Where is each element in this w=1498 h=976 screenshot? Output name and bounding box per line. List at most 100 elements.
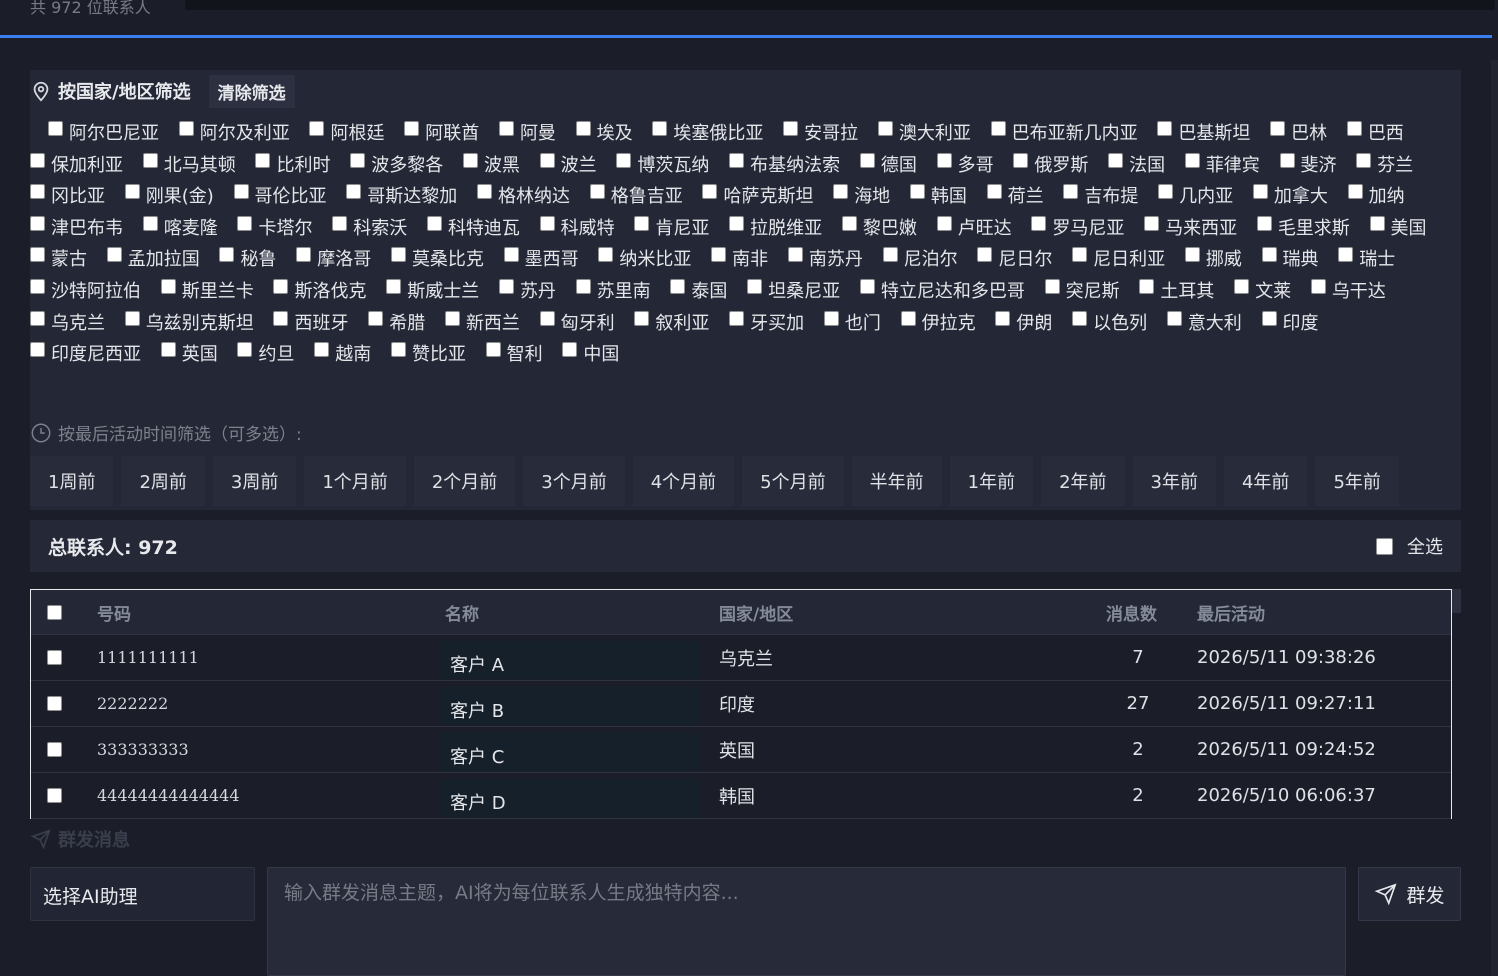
clear-filter-button[interactable]: 清除筛选	[208, 74, 295, 108]
table-row[interactable]: 333333333 客户 C 英国 2 2026/5/11 09:24:52	[31, 727, 1451, 773]
ai-assistant-select[interactable]: 选择AI助理	[30, 867, 255, 921]
country-option[interactable]: 美国	[1369, 215, 1427, 239]
country-checkbox[interactable]	[314, 342, 330, 358]
country-checkbox[interactable]	[30, 247, 45, 263]
country-option[interactable]: 科威特	[539, 215, 615, 239]
time-filter-button[interactable]: 3年前	[1132, 456, 1216, 506]
country-option[interactable]: 牙买加	[729, 310, 804, 334]
country-option[interactable]: 卢旺达	[936, 215, 1012, 239]
column-header-country[interactable]: 国家/地区	[719, 600, 793, 625]
country-checkbox[interactable]	[977, 247, 993, 263]
row-checkbox[interactable]	[47, 788, 62, 803]
country-checkbox[interactable]	[255, 152, 271, 168]
country-option[interactable]: 比利时	[255, 152, 330, 176]
broadcast-topic-input[interactable]: 输入群发消息主题，AI将为每位联系人生成独特内容...	[267, 867, 1346, 976]
column-header-name[interactable]: 名称	[445, 600, 479, 625]
country-option[interactable]: 俄罗斯	[1013, 152, 1088, 176]
country-checkbox[interactable]	[1234, 278, 1250, 294]
table-row[interactable]: 2222222 客户 B 印度 27 2026/5/11 09:27:11	[31, 681, 1451, 727]
country-option[interactable]: 泰国	[670, 278, 727, 302]
country-option[interactable]: 瑞士	[1338, 247, 1395, 270]
country-option[interactable]: 肯尼亚	[634, 215, 709, 239]
country-option[interactable]: 阿尔巴尼亚	[48, 121, 159, 144]
country-option[interactable]: 沙特阿拉伯	[30, 278, 141, 302]
country-option[interactable]: 博茨瓦纳	[616, 152, 709, 176]
country-checkbox[interactable]	[841, 215, 857, 231]
country-checkbox[interactable]	[368, 310, 384, 326]
country-checkbox[interactable]	[539, 152, 555, 168]
country-option[interactable]: 南苏丹	[787, 247, 863, 270]
country-option[interactable]: 希腊	[368, 310, 425, 334]
country-checkbox[interactable]	[1044, 278, 1060, 294]
country-checkbox[interactable]	[1347, 184, 1363, 200]
country-option[interactable]: 意大利	[1166, 310, 1242, 334]
country-option[interactable]: 波兰	[539, 152, 597, 176]
country-option[interactable]: 斯威士兰	[386, 278, 479, 302]
country-checkbox[interactable]	[1063, 184, 1079, 200]
country-checkbox[interactable]	[498, 278, 514, 294]
country-checkbox[interactable]	[729, 152, 745, 168]
country-checkbox[interactable]	[539, 310, 555, 326]
country-option[interactable]: 特立尼达和多巴哥	[859, 278, 1025, 302]
country-checkbox[interactable]	[1072, 310, 1088, 326]
country-option[interactable]: 哈萨克斯坦	[702, 184, 813, 207]
country-option[interactable]: 保加利亚	[30, 152, 123, 176]
country-option[interactable]: 罗马尼亚	[1031, 215, 1124, 239]
country-checkbox[interactable]	[729, 310, 745, 326]
country-checkbox[interactable]	[1157, 121, 1173, 136]
country-option[interactable]: 伊拉克	[900, 310, 976, 334]
broadcast-send-button[interactable]: 群发	[1358, 867, 1461, 921]
country-option[interactable]: 波多黎各	[350, 152, 443, 176]
country-checkbox[interactable]	[1072, 247, 1088, 263]
country-checkbox[interactable]	[1013, 152, 1029, 168]
country-option[interactable]: 新西兰	[444, 310, 520, 334]
country-checkbox[interactable]	[936, 215, 952, 231]
select-all-checkbox[interactable]	[1376, 537, 1393, 555]
country-checkbox[interactable]	[30, 342, 45, 358]
country-checkbox[interactable]	[783, 121, 799, 136]
country-checkbox[interactable]	[404, 121, 420, 136]
country-option[interactable]: 斯洛伐克	[273, 278, 366, 302]
country-checkbox[interactable]	[30, 278, 45, 294]
country-option[interactable]: 芬兰	[1356, 152, 1413, 176]
country-option[interactable]: 阿根廷	[309, 121, 384, 144]
country-checkbox[interactable]	[178, 121, 194, 136]
country-checkbox[interactable]	[1279, 152, 1295, 168]
country-checkbox[interactable]	[219, 247, 235, 263]
country-option[interactable]: 中国	[562, 342, 619, 365]
country-option[interactable]: 苏里南	[575, 278, 651, 302]
country-option[interactable]: 文莱	[1234, 278, 1291, 302]
country-option[interactable]: 土耳其	[1139, 278, 1214, 302]
country-option[interactable]: 巴西	[1346, 121, 1404, 144]
country-checkbox[interactable]	[426, 215, 442, 231]
country-checkbox[interactable]	[787, 247, 803, 263]
country-option[interactable]: 孟加拉国	[106, 247, 200, 270]
row-checkbox[interactable]	[47, 696, 62, 711]
country-checkbox[interactable]	[539, 215, 555, 231]
country-checkbox[interactable]	[1338, 247, 1354, 263]
country-checkbox[interactable]	[503, 247, 519, 263]
country-checkbox[interactable]	[702, 184, 718, 200]
country-option[interactable]: 马来西亚	[1144, 215, 1237, 239]
country-checkbox[interactable]	[729, 215, 745, 231]
country-option[interactable]: 阿尔及利亚	[178, 121, 290, 144]
country-option[interactable]: 乌克兰	[30, 310, 105, 334]
country-checkbox[interactable]	[747, 278, 763, 294]
country-option[interactable]: 哥斯达黎加	[346, 184, 457, 207]
time-filter-button[interactable]: 1个月前	[304, 456, 406, 506]
country-option[interactable]: 叙利亚	[634, 310, 709, 334]
country-option[interactable]: 尼日尔	[977, 247, 1052, 270]
country-checkbox[interactable]	[562, 342, 578, 358]
country-checkbox[interactable]	[30, 310, 45, 326]
cell-name[interactable]: 客户 A	[440, 641, 700, 679]
row-checkbox[interactable]	[47, 650, 62, 665]
country-checkbox[interactable]	[877, 121, 893, 136]
country-checkbox[interactable]	[444, 310, 460, 326]
country-checkbox[interactable]	[30, 184, 45, 200]
country-checkbox[interactable]	[575, 278, 591, 294]
country-checkbox[interactable]	[1108, 152, 1124, 168]
country-checkbox[interactable]	[986, 184, 1002, 200]
column-header-last-active[interactable]: 最后活动	[1197, 600, 1265, 625]
country-option[interactable]: 几内亚	[1158, 184, 1233, 207]
country-checkbox[interactable]	[1139, 278, 1155, 294]
